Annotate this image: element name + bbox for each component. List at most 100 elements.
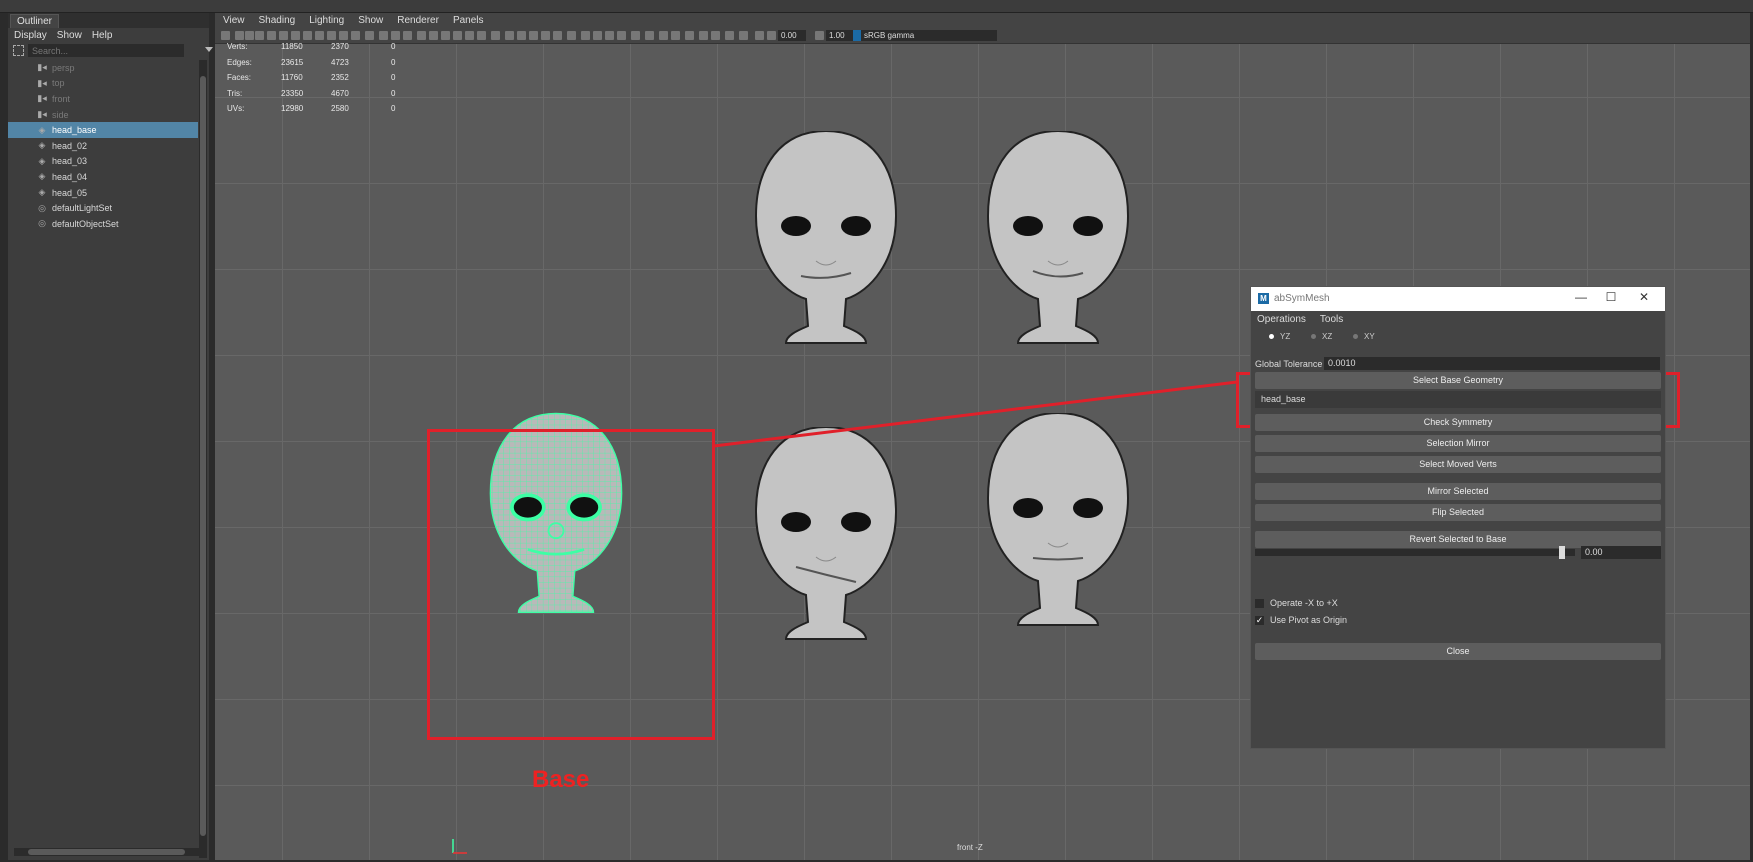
- exposure-field[interactable]: 0.00: [778, 30, 806, 41]
- flip-selected-button[interactable]: Flip Selected: [1255, 504, 1661, 521]
- mirror-selected-button[interactable]: Mirror Selected: [1255, 483, 1661, 500]
- toolbar-tool-icon[interactable]: [553, 31, 562, 40]
- toolbar-tool-icon[interactable]: [453, 31, 462, 40]
- toolbar-tool-icon[interactable]: [739, 31, 748, 40]
- toolbar-tool-icon[interactable]: [465, 31, 474, 40]
- outliner-vertical-scrollbar[interactable]: [199, 60, 207, 858]
- menu-display[interactable]: Display: [14, 30, 47, 41]
- outliner-item[interactable]: ◈ head_02: [8, 138, 198, 154]
- toolbar-tool-icon[interactable]: [365, 31, 374, 40]
- toolbar-tool-icon[interactable]: [725, 31, 734, 40]
- menu-operations[interactable]: Operations: [1257, 314, 1306, 325]
- toolbar-tool-icon[interactable]: [529, 31, 538, 40]
- toolbar-tool-icon[interactable]: [593, 31, 602, 40]
- select-base-geometry-button[interactable]: Select Base Geometry: [1255, 372, 1661, 389]
- toolbar-tool-icon[interactable]: [303, 31, 312, 40]
- toolbar-tool-icon[interactable]: [605, 31, 614, 40]
- menu-show[interactable]: Show: [57, 30, 82, 41]
- toolbar-tool-icon[interactable]: [645, 31, 654, 40]
- toolbar-tool-icon[interactable]: [815, 31, 824, 40]
- head-02-mesh[interactable]: [746, 131, 906, 371]
- toolbar-tool-icon[interactable]: [255, 31, 264, 40]
- toolbar-tool-icon[interactable]: [699, 31, 708, 40]
- outliner-item[interactable]: ◈ head_04: [8, 169, 198, 185]
- toolbar-tool-icon[interactable]: [235, 31, 244, 40]
- menu-view[interactable]: View: [223, 15, 245, 26]
- toolbar-tool-icon[interactable]: [441, 31, 450, 40]
- toolbar-tool-icon[interactable]: [327, 31, 336, 40]
- tolerance-field[interactable]: 0.0010: [1324, 357, 1660, 370]
- select-box-icon[interactable]: [13, 45, 24, 56]
- menu-lighting[interactable]: Lighting: [309, 15, 344, 26]
- toolbar-tool-icon[interactable]: [477, 31, 486, 40]
- select-moved-verts-button[interactable]: Select Moved Verts: [1255, 456, 1661, 473]
- check-symmetry-button[interactable]: Check Symmetry: [1255, 414, 1661, 431]
- toolbar-tool-icon[interactable]: [567, 31, 576, 40]
- scroll-thumb[interactable]: [28, 849, 185, 855]
- toolbar-tool-icon[interactable]: [391, 31, 400, 40]
- toolbar-tool-icon[interactable]: [403, 31, 412, 40]
- base-geometry-field[interactable]: head_base: [1255, 391, 1661, 408]
- revert-slider[interactable]: [1255, 546, 1575, 559]
- toolbar-tool-icon[interactable]: [315, 31, 324, 40]
- axis-radio-yz[interactable]: YZ: [1269, 332, 1290, 341]
- menu-panels[interactable]: Panels: [453, 15, 484, 26]
- outliner-search-input[interactable]: [28, 44, 184, 57]
- outliner-item[interactable]: ◎ defaultLightSet: [8, 200, 198, 216]
- outliner-item[interactable]: ◈ head_03: [8, 154, 198, 170]
- axis-radio-xz[interactable]: XZ: [1311, 332, 1332, 341]
- maximize-icon[interactable]: ☐: [1601, 290, 1621, 304]
- dialog-titlebar[interactable]: M abSymMesh — ☐ ✕: [1251, 287, 1665, 311]
- toolbar-tool-icon[interactable]: [279, 31, 288, 40]
- menu-show[interactable]: Show: [358, 15, 383, 26]
- menu-shading[interactable]: Shading: [259, 15, 296, 26]
- pivot-checkbox[interactable]: ✓ Use Pivot as Origin: [1255, 615, 1347, 625]
- menu-help[interactable]: Help: [92, 30, 113, 41]
- selection-mirror-button[interactable]: Selection Mirror: [1255, 435, 1661, 452]
- outliner-item[interactable]: ▮◂ persp: [8, 60, 198, 76]
- toolbar-tool-icon[interactable]: [711, 31, 720, 40]
- head-04-mesh[interactable]: [746, 427, 906, 667]
- toolbar-tool-icon[interactable]: [581, 31, 590, 40]
- toolbar-tool-icon[interactable]: [767, 31, 776, 40]
- toolbar-tool-icon[interactable]: [291, 31, 300, 40]
- slider-value-field[interactable]: 0.00: [1581, 546, 1661, 559]
- toolbar-tool-icon[interactable]: [221, 31, 230, 40]
- operate-checkbox[interactable]: Operate -X to +X: [1255, 598, 1338, 608]
- toolbar-tool-icon[interactable]: [505, 31, 514, 40]
- close-icon[interactable]: ✕: [1634, 290, 1654, 304]
- menu-tools[interactable]: Tools: [1320, 314, 1343, 325]
- head-05-mesh[interactable]: [978, 413, 1138, 653]
- close-button[interactable]: Close: [1255, 643, 1661, 660]
- outliner-item[interactable]: ▮◂ front: [8, 91, 198, 107]
- toolbar-tool-icon[interactable]: [417, 31, 426, 40]
- scroll-thumb[interactable]: [200, 76, 206, 836]
- toolbar-tool-icon[interactable]: [755, 31, 764, 40]
- outliner-item[interactable]: ▮◂ side: [8, 107, 198, 123]
- slider-handle[interactable]: [1559, 546, 1566, 559]
- toolbar-tool-icon[interactable]: [617, 31, 626, 40]
- outliner-item[interactable]: ◈ head_05: [8, 185, 198, 201]
- gamma-field[interactable]: 1.00: [826, 30, 854, 41]
- outliner-item[interactable]: ◎ defaultObjectSet: [8, 216, 198, 232]
- toolbar-tool-icon[interactable]: [379, 31, 388, 40]
- toolbar-tool-icon[interactable]: [267, 31, 276, 40]
- color-space-dropdown[interactable]: sRGB gamma: [861, 30, 997, 41]
- chevron-down-icon[interactable]: [205, 47, 213, 52]
- toolbar-tool-icon[interactable]: [685, 31, 694, 40]
- head-03-mesh[interactable]: [978, 131, 1138, 371]
- minimize-icon[interactable]: —: [1571, 290, 1591, 304]
- toolbar-tool-icon[interactable]: [659, 31, 668, 40]
- toolbar-tool-icon[interactable]: [541, 31, 550, 40]
- menu-renderer[interactable]: Renderer: [397, 15, 439, 26]
- outliner-item[interactable]: ▮◂ top: [8, 76, 198, 92]
- toolbar-tool-icon[interactable]: [245, 31, 254, 40]
- axis-radio-xy[interactable]: XY: [1353, 332, 1375, 341]
- toolbar-tool-icon[interactable]: [351, 31, 360, 40]
- outliner-item[interactable]: ◈ head_base: [8, 122, 198, 138]
- toolbar-tool-icon[interactable]: [339, 31, 348, 40]
- outliner-tab[interactable]: Outliner: [10, 14, 60, 28]
- outliner-horizontal-scrollbar[interactable]: [14, 848, 199, 856]
- toolbar-tool-icon[interactable]: [491, 31, 500, 40]
- toolbar-tool-icon[interactable]: [517, 31, 526, 40]
